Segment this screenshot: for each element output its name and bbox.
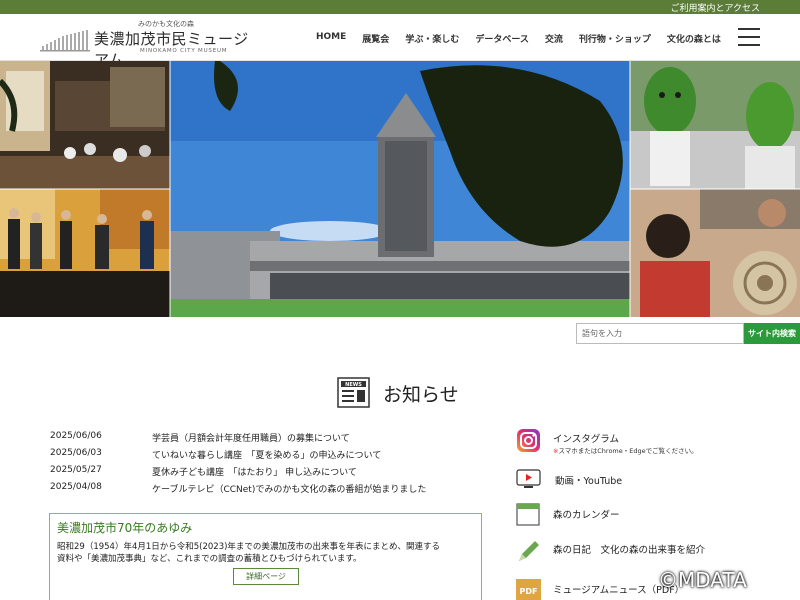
news-date: 2025/06/03 (50, 448, 102, 458)
side-link-calendar[interactable]: 森のカレンダー (516, 502, 800, 532)
side-link-diary[interactable]: 森の日記 文化の森の出来事を紹介 (516, 539, 800, 569)
detail-page-button[interactable]: 詳細ページ (233, 568, 299, 585)
hero-photo-weaving (630, 189, 800, 317)
nav-about[interactable]: 文化の森とは (667, 32, 721, 46)
news-icon: NEWS (337, 377, 370, 408)
side-link-instagram[interactable]: インスタグラム ※スマホまたはChrome・Edgeでご覧ください。 (516, 428, 800, 458)
history-body: 昭和29（1954）年4月1日から令和5(2023)年までの美濃加茂市の出来事を… (57, 541, 474, 565)
hero-photo-indoor (0, 61, 170, 189)
news-title: お知らせ (383, 384, 459, 406)
logo-bars-icon (40, 30, 90, 52)
nav-publications[interactable]: 刊行物・ショップ (579, 32, 651, 46)
side-link-label: 動画・YouTube (555, 476, 623, 487)
pencil-icon (519, 541, 539, 561)
top-bar: ご利用案内とアクセス (0, 0, 800, 14)
news-text[interactable]: 学芸員（月額会計年度任用職員）の募集について (152, 431, 350, 448)
hero-collage (0, 61, 800, 317)
copyright-watermark: ©MDATA (658, 568, 747, 592)
news-item[interactable]: 2025/06/03 ていねいな暮らし講座 「夏を染める」の申込みについて (50, 448, 490, 465)
side-link-note-text: スマホまたはChrome・Edgeでご覧ください。 (558, 447, 698, 455)
logo-english: MINOKAMO CITY MUSEUM (140, 48, 228, 54)
access-link[interactable]: ご利用案内とアクセス (670, 1, 760, 14)
search-input[interactable] (576, 323, 744, 344)
history-body-line: 資料や「美濃加茂事典」など、これまでの調査の蓄積とひもづけられています。 (57, 554, 362, 564)
instagram-icon (517, 429, 540, 452)
side-link-label: インスタグラム (553, 434, 620, 445)
news-text[interactable]: 夏休み子ども講座 「はたおり」 申し込みについて (152, 465, 357, 482)
news-item[interactable]: 2025/04/08 ケーブルテレビ（CCNet)でみのかも文化の森の番組が始ま… (50, 482, 490, 499)
side-link-label: 森のカレンダー (553, 510, 620, 521)
nav-exchange[interactable]: 交流 (545, 32, 563, 46)
news-text[interactable]: ケーブルテレビ（CCNet)でみのかも文化の森の番組が始まりました (152, 482, 426, 499)
news-date: 2025/05/27 (50, 465, 102, 475)
news-list: 2025/06/06 学芸員（月額会計年度任用職員）の募集について 2025/0… (50, 431, 490, 499)
youtube-icon (516, 469, 541, 488)
history-body-line: 昭和29（1954）年4月1日から令和5(2023)年までの美濃加茂市の出来事を… (57, 542, 440, 552)
news-icon-label: NEWS (345, 382, 362, 388)
history-title: 美濃加茂市70年のあゆみ (57, 521, 193, 535)
news-item[interactable]: 2025/06/06 学芸員（月額会計年度任用職員）の募集について (50, 431, 490, 448)
hero-photo-performance (0, 189, 170, 317)
news-text[interactable]: ていねいな暮らし講座 「夏を染める」の申込みについて (152, 448, 381, 465)
site-header: みのかも文化の森 美濃加茂市民ミュージアム MINOKAMO CITY MUSE… (0, 14, 800, 69)
calendar-icon (516, 503, 540, 526)
history-box: 美濃加茂市70年のあゆみ 昭和29（1954）年4月1日から令和5(2023)年… (49, 513, 482, 600)
nav-database[interactable]: データベース (475, 32, 529, 46)
nav-learn[interactable]: 学ぶ・楽しむ (405, 32, 459, 46)
search-button[interactable]: サイト内検索 (744, 323, 800, 344)
news-item[interactable]: 2025/05/27 夏休み子ども講座 「はたおり」 申し込みについて (50, 465, 490, 482)
hero-photo-museum-building (170, 61, 630, 317)
hero-photo-leaf-masks (630, 61, 800, 189)
main-nav: HOME 展覧会 学ぶ・楽しむ データベース 交流 刊行物・ショップ 文化の森と… (316, 32, 737, 46)
pdf-icon: PDF (516, 579, 541, 600)
site-search: サイト内検索 (576, 323, 800, 344)
menu-hamburger-icon[interactable] (738, 27, 760, 47)
nav-home[interactable]: HOME (316, 32, 346, 46)
side-link-label: 森の日記 文化の森の出来事を紹介 (553, 545, 706, 556)
news-date: 2025/04/08 (50, 482, 102, 492)
side-link-note: ※スマホまたはChrome・Edgeでご覧ください。 (553, 445, 698, 455)
site-logo[interactable]: みのかも文化の森 美濃加茂市民ミュージアム MINOKAMO CITY MUSE… (40, 18, 250, 69)
side-link-youtube[interactable]: 動画・YouTube (516, 466, 800, 496)
nav-exhibitions[interactable]: 展覧会 (362, 32, 389, 46)
news-date: 2025/06/06 (50, 431, 102, 441)
